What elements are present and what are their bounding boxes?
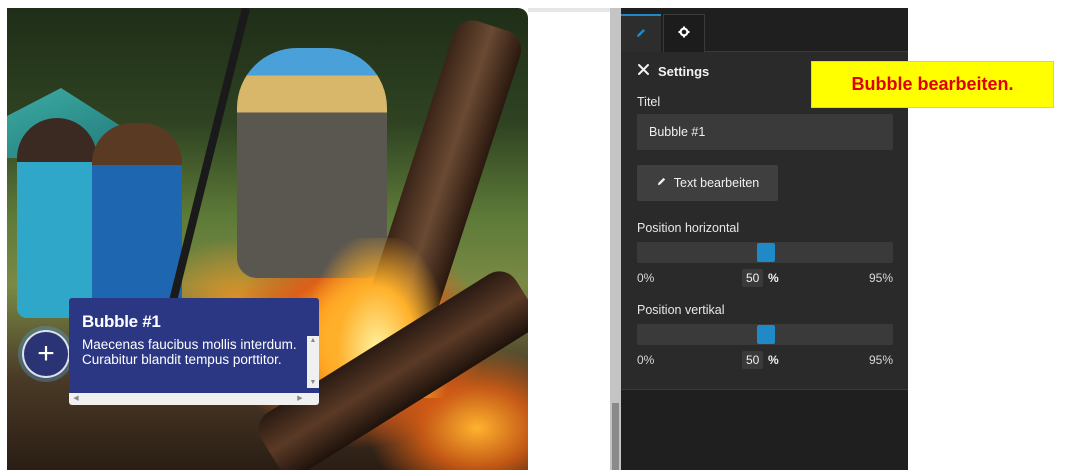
horizontal-unit: % [768,271,779,285]
vertical-unit: % [768,353,779,367]
section-title: Settings [658,63,710,79]
panel-scrollbar[interactable] [610,8,621,470]
vertical-min: 0% [637,353,655,367]
horizontal-slider[interactable] [637,242,893,263]
scroll-down-arrow-icon[interactable]: ▼ [307,378,319,388]
horizontal-slider-handle[interactable] [757,243,775,262]
vertical-scrollbar[interactable]: ▲ ▼ [307,336,319,388]
person-figure [17,118,97,318]
plus-icon: + [37,337,55,370]
bubble-title: Bubble #1 [82,312,161,331]
bubble-text: Maecenas faucibus mollis interdum. Curab… [82,337,297,367]
vertical-range: 0% 50 % 95% [637,351,893,369]
vertical-label: Position vertikal [637,303,725,317]
edit-text-button[interactable]: Text bearbeiten [637,165,778,201]
edit-text-label: Text bearbeiten [673,176,760,190]
pencil-icon [656,176,667,190]
bubble-hotspot-button[interactable]: + [22,330,70,378]
scroll-up-arrow-icon[interactable]: ▲ [307,336,319,346]
vertical-value[interactable]: 50 [742,351,764,369]
horizontal-range: 0% 50 % 95% [637,269,893,287]
pencil-icon [635,26,647,44]
tab-edit[interactable] [621,14,661,54]
horizontal-value[interactable]: 50 [742,269,764,287]
divider [528,8,610,12]
gear-icon [678,25,690,43]
title-input[interactable]: Bubble #1 [637,114,893,150]
person-figure [92,123,182,313]
section-header: Settings [637,63,709,79]
horizontal-max: 95% [868,271,893,285]
title-label: Titel [637,95,661,109]
vertical-slider[interactable] [637,324,893,345]
scroll-left-arrow-icon[interactable]: ◀ [71,393,81,405]
scroll-right-arrow-icon[interactable]: ▶ [295,393,305,405]
horizontal-scrollbar[interactable]: ◀ ▶ [69,393,319,405]
tools-icon [637,63,650,79]
panel-tabs [621,14,908,54]
horizontal-min: 0% [637,271,655,285]
scrollbar-thumb[interactable] [612,403,619,470]
horizontal-label: Position horizontal [637,221,740,235]
bubble-popup: Bubble #1 Maecenas faucibus mollis inter… [69,298,319,405]
tab-settings[interactable] [663,14,705,53]
annotation-callout: Bubble bearbeiten. [811,61,1054,108]
vertical-max: 95% [868,353,893,367]
vertical-slider-handle[interactable] [757,325,775,344]
